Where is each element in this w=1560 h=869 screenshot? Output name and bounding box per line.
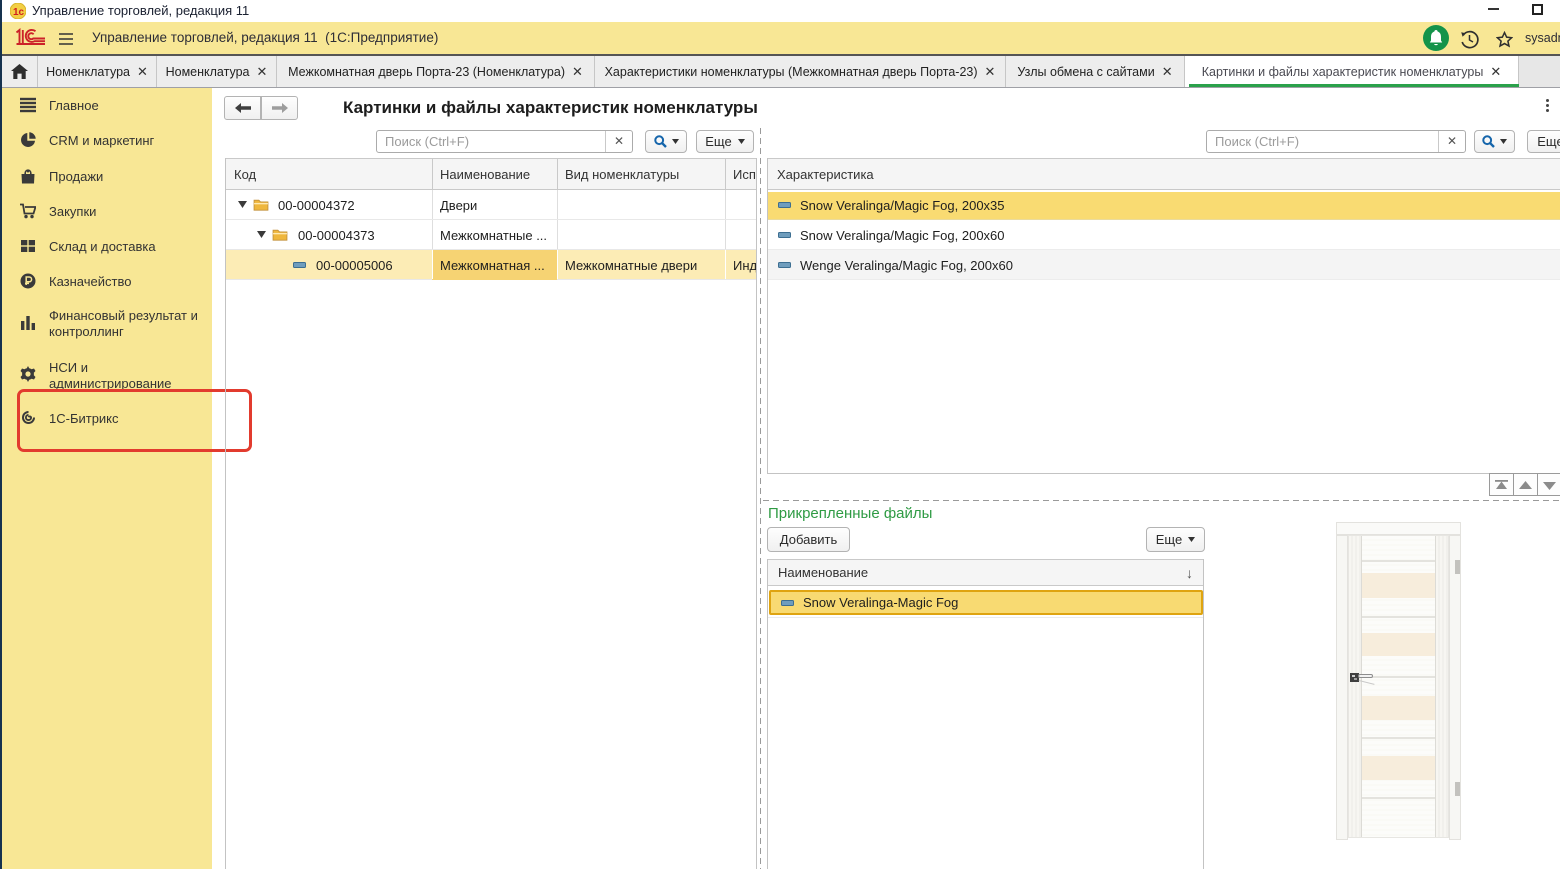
svg-text:1с: 1с [13,7,25,18]
